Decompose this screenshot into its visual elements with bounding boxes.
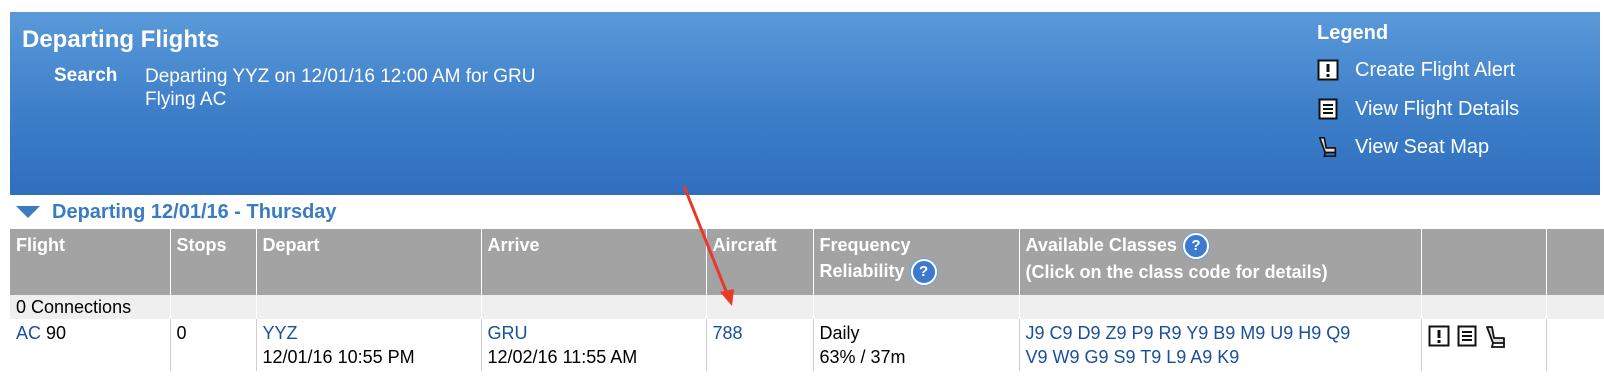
connections-label: 0 Connections bbox=[10, 295, 170, 319]
flight-number: 90 bbox=[46, 323, 67, 343]
col-header-classes: Available Classes? (Click on the class c… bbox=[1018, 229, 1421, 295]
col-header-aircraft: Aircraft bbox=[705, 229, 813, 295]
class-codes-line-1[interactable]: J9 C9 D9 Z9 P9 R9 Y9 B9 M9 U9 H9 Q9 bbox=[1026, 321, 1415, 345]
extra-cell bbox=[1545, 319, 1604, 371]
depart-airport-link[interactable]: YYZ bbox=[263, 321, 475, 345]
classes-cell: J9 C9 D9 Z9 P9 R9 Y9 B9 M9 U9 H9 Q9 V9 W… bbox=[1018, 319, 1421, 371]
legend-view-flight-details[interactable]: View Flight Details bbox=[1317, 96, 1519, 122]
col-header-frequency: Frequency Reliability? bbox=[812, 229, 1019, 295]
alert-icon bbox=[1428, 325, 1449, 347]
col-header-reliability-label: Reliability bbox=[819, 261, 905, 281]
view-details-button[interactable] bbox=[1456, 325, 1478, 349]
legend-item-label: Create Flight Alert bbox=[1355, 58, 1516, 81]
table-header-row: Flight Stops Depart Arrive Aircraft Freq… bbox=[10, 229, 1604, 295]
frequency-value: Daily bbox=[819, 323, 860, 343]
actions-cell bbox=[1420, 319, 1546, 371]
legend-view-seat-map[interactable]: View Seat Map bbox=[1317, 134, 1489, 160]
triangle-down-icon bbox=[16, 206, 40, 218]
stops-cell: 0 bbox=[169, 319, 256, 371]
create-alert-button[interactable] bbox=[1428, 325, 1450, 349]
arrive-airport-link[interactable]: GRU bbox=[488, 321, 700, 345]
search-summary: Departing YYZ on 12/01/16 12:00 AM for G… bbox=[145, 65, 535, 111]
results-header: Departing Flights Search Departing YYZ o… bbox=[10, 12, 1600, 195]
flight-cell: AC 90 bbox=[10, 319, 170, 371]
search-label: Search bbox=[54, 65, 118, 86]
arrive-cell: GRU 12/02/16 11:55 AM bbox=[480, 319, 706, 371]
col-header-flight: Flight bbox=[10, 229, 170, 295]
col-header-stops: Stops bbox=[169, 229, 256, 295]
departing-section-toggle[interactable]: Departing 12/01/16 - Thursday bbox=[16, 200, 337, 224]
alert-icon bbox=[1317, 59, 1339, 81]
connections-group-row: 0 Connections bbox=[10, 295, 1604, 319]
depart-time: 12/01/16 10:55 PM bbox=[262, 347, 415, 367]
view-seat-map-button[interactable] bbox=[1484, 325, 1508, 349]
aircraft-link[interactable]: 788 bbox=[713, 323, 743, 343]
legend-title: Legend bbox=[1317, 22, 1389, 44]
details-icon bbox=[1457, 325, 1476, 347]
table-row: AC 90 0 YYZ 12/01/16 10:55 PM GRU 12/02/… bbox=[10, 319, 1604, 371]
seat-icon bbox=[1317, 136, 1339, 158]
help-icon[interactable]: ? bbox=[910, 259, 937, 286]
legend: Legend bbox=[1317, 22, 1388, 45]
details-icon bbox=[1317, 98, 1339, 120]
legend-item-label: View Flight Details bbox=[1355, 97, 1520, 120]
class-codes-line-2[interactable]: V9 W9 G9 S9 T9 L9 A9 K9 bbox=[1026, 345, 1415, 369]
col-header-extra bbox=[1545, 229, 1604, 295]
arrive-time: 12/02/16 11:55 AM bbox=[487, 347, 638, 367]
help-icon[interactable]: ? bbox=[1182, 233, 1209, 260]
legend-item-label: View Seat Map bbox=[1355, 135, 1490, 158]
reliability-value: 63% / 37m bbox=[819, 347, 906, 367]
section-label: Departing 12/01/16 - Thursday bbox=[52, 200, 337, 223]
legend-create-flight-alert[interactable]: Create Flight Alert bbox=[1317, 57, 1515, 83]
depart-cell: YYZ 12/01/16 10:55 PM bbox=[255, 319, 481, 371]
airline-link[interactable]: AC bbox=[16, 323, 41, 343]
col-header-classes-label: Available Classes bbox=[1025, 235, 1177, 255]
frequency-cell: Daily 63% / 37m bbox=[812, 319, 1019, 371]
col-header-depart: Depart bbox=[255, 229, 481, 295]
col-header-arrive: Arrive bbox=[480, 229, 706, 295]
col-header-actions bbox=[1420, 229, 1546, 295]
col-header-frequency-label: Frequency bbox=[819, 235, 911, 255]
page-title: Departing Flights bbox=[22, 26, 220, 53]
seat-icon bbox=[1485, 326, 1505, 348]
col-header-classes-hint: (Click on the class code for details) bbox=[1025, 262, 1328, 283]
search-summary-line-2: Flying AC bbox=[145, 89, 227, 110]
flights-table: Flight Stops Depart Arrive Aircraft Freq… bbox=[10, 229, 1604, 371]
aircraft-cell: 788 bbox=[705, 319, 813, 371]
search-summary-line-1: Departing YYZ on 12/01/16 12:00 AM for G… bbox=[145, 66, 536, 87]
